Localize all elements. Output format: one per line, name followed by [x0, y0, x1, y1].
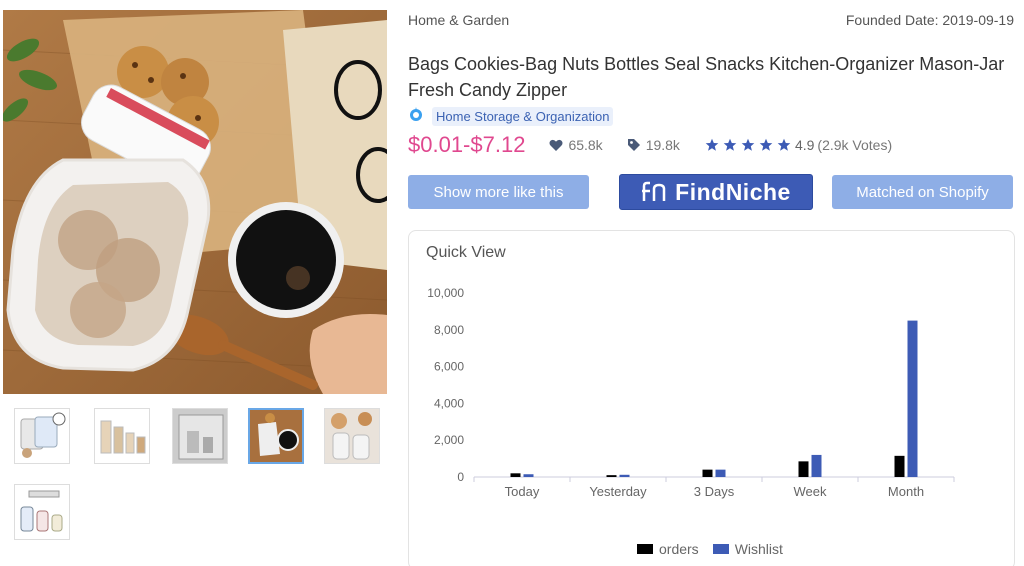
show-more-label: Show more like this: [433, 183, 564, 201]
thumbnail-1[interactable]: [14, 408, 70, 464]
likes-stat: 65.8k: [549, 137, 603, 153]
category-breadcrumb[interactable]: Home & Garden: [408, 12, 509, 28]
legend-item-orders[interactable]: orders: [637, 541, 699, 557]
findniche-button[interactable]: FindNiche: [619, 174, 813, 210]
votes-count: (2.9k Votes): [817, 137, 893, 153]
thumbnail-5-image: [325, 409, 379, 463]
bar-wishlist-today: [523, 474, 534, 477]
thumbnail-2-image: [95, 409, 149, 463]
findniche-logo-icon: [642, 181, 666, 201]
price-range: $0.01-$7.12: [408, 132, 526, 157]
star-icon: [759, 138, 773, 151]
legend-label: orders: [659, 541, 699, 557]
category-tag-row: Home Storage & Organization: [408, 105, 614, 127]
legend-item-wishlist[interactable]: Wishlist: [712, 541, 783, 557]
bar-wishlist-yesterday: [619, 474, 630, 477]
product-title: Bags Cookies-Bag Nuts Bottles Seal Snack…: [408, 54, 1005, 100]
y-tick-label: 2,000: [434, 433, 464, 447]
bar-orders-month: [894, 455, 905, 477]
matched-shopify-label: Matched on Shopify: [856, 183, 989, 201]
x-tick-label: Month: [888, 484, 924, 499]
legend-swatch: [637, 544, 653, 554]
price-stats-row: $0.01-$7.12 65.8k 19.8k 4.9 (2.9k Votes): [408, 130, 892, 160]
star-icon: [723, 138, 737, 151]
thumbnail-4-image: [250, 410, 302, 462]
heart-icon: [549, 139, 563, 151]
x-tick-label: Yesterday: [589, 484, 647, 499]
chart-legend: orders Wishlist: [637, 541, 797, 557]
bar-orders-yesterday: [606, 475, 617, 477]
founded-date: Founded Date: 2019-09-19: [845, 12, 1014, 28]
product-photo-illustration: [3, 10, 387, 394]
aliexpress-icon[interactable]: [408, 106, 424, 127]
y-tick-label: 10,000: [427, 286, 464, 300]
x-tick-label: Today: [505, 484, 540, 499]
thumbnail-3[interactable]: [172, 408, 228, 464]
thumbnail-6-image: [15, 485, 69, 539]
thumbnail-6[interactable]: [14, 484, 70, 540]
legend-label: Wishlist: [734, 541, 783, 557]
bar-wishlist-3-days: [715, 469, 726, 477]
legend-swatch: [712, 544, 729, 554]
show-more-like-this-button[interactable]: Show more like this: [408, 175, 589, 209]
star-icon: [741, 138, 755, 151]
star-icon: [705, 138, 719, 151]
thumbnail-4[interactable]: [248, 408, 304, 464]
thumbnail-2[interactable]: [94, 408, 150, 464]
tag-icon: [627, 139, 640, 151]
bar-wishlist-week: [811, 454, 822, 477]
likes-count: 65.8k: [568, 137, 603, 153]
rating-value: 4.9: [794, 137, 815, 153]
star-icon: [777, 138, 791, 151]
bar-orders-week: [798, 461, 809, 477]
matched-on-shopify-button[interactable]: Matched on Shopify: [832, 175, 1013, 209]
tags-count: 19.8k: [645, 137, 680, 153]
category-tag[interactable]: Home Storage & Organization: [432, 106, 614, 126]
y-tick-label: 0: [457, 470, 464, 484]
star-rating: [704, 138, 792, 152]
tags-stat: 19.8k: [627, 137, 680, 153]
quick-view-card: Quick View 0 2,000 4,000 6,000 8,000 10,000 To…: [408, 230, 1015, 566]
thumbnail-5[interactable]: [324, 408, 380, 464]
thumbnail-3-image: [173, 409, 227, 463]
y-tick-label: 4,000: [434, 396, 464, 410]
y-tick-label: 8,000: [434, 323, 464, 337]
x-tick-label: 3 Days: [694, 484, 735, 499]
bar-wishlist-month: [907, 320, 918, 477]
quick-view-chart: 0 2,000 4,000 6,000 8,000 10,000 Today Yesterda…: [427, 286, 955, 499]
product-main-image[interactable]: [3, 10, 387, 394]
bar-orders-3-days: [702, 469, 713, 477]
findniche-label: FindNiche: [675, 178, 791, 205]
x-tick-label: Week: [794, 484, 827, 499]
thumbnail-1-image: [15, 409, 69, 463]
bar-orders-today: [510, 473, 521, 477]
y-tick-label: 6,000: [434, 360, 464, 374]
